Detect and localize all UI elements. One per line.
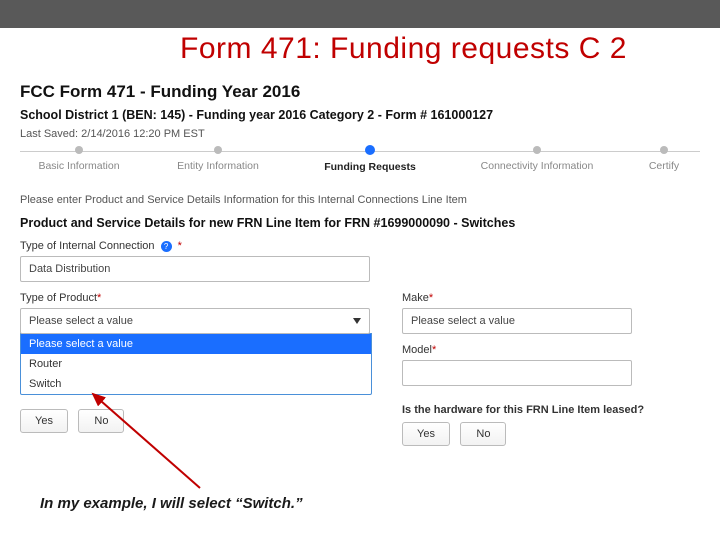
required-asterisk: * <box>97 292 101 304</box>
type-connection-label: Type of Internal Connection ? * <box>20 240 700 252</box>
step-certify[interactable]: Certify <box>634 146 694 172</box>
type-connection-select[interactable]: Data Distribution <box>20 256 370 282</box>
select-value: Data Distribution <box>29 263 110 275</box>
step-label: Entity Information <box>177 160 259 172</box>
dropdown-option-switch[interactable]: Switch <box>21 374 371 394</box>
last-saved: Last Saved: 2/14/2016 12:20 PM EST <box>20 128 700 140</box>
step-basic-information[interactable]: Basic Information <box>24 146 134 172</box>
required-asterisk: * <box>432 344 436 356</box>
model-input[interactable] <box>402 360 632 386</box>
step-connectivity-information[interactable]: Connectivity Information <box>462 146 612 172</box>
step-label: Certify <box>649 160 679 172</box>
step-funding-requests[interactable]: Funding Requests <box>310 146 430 173</box>
step-dot-icon <box>214 146 222 154</box>
top-band <box>0 0 720 28</box>
form-subheading: School District 1 (BEN: 145) - Funding y… <box>20 108 700 122</box>
select-value: Please select a value <box>411 315 515 327</box>
step-dot-icon <box>75 146 83 154</box>
slide-title: Form 471: Funding requests C 2 <box>180 32 627 66</box>
leased-question: Is the hardware for this FRN Line Item l… <box>402 404 700 416</box>
type-product-dropdown-list: Please select a value Router Switch <box>20 333 372 395</box>
help-icon[interactable]: ? <box>161 241 172 252</box>
no-button[interactable]: No <box>78 409 124 433</box>
leased-no-button[interactable]: No <box>460 422 506 446</box>
step-dot-icon <box>533 146 541 154</box>
chevron-down-icon <box>353 318 361 324</box>
required-asterisk: * <box>178 240 182 252</box>
step-label: Funding Requests <box>324 161 416 173</box>
form-heading: FCC Form 471 - Funding Year 2016 <box>20 82 700 102</box>
model-label: Model* <box>402 344 700 356</box>
type-product-label: Type of Product* <box>20 292 372 304</box>
type-product-select[interactable]: Please select a value <box>20 308 370 334</box>
dropdown-option-router[interactable]: Router <box>21 354 371 374</box>
leased-yes-button[interactable]: Yes <box>402 422 450 446</box>
select-value: Please select a value <box>29 315 133 327</box>
step-label: Connectivity Information <box>481 160 594 172</box>
step-entity-information[interactable]: Entity Information <box>158 146 278 172</box>
step-dot-icon <box>365 145 375 155</box>
step-dot-icon <box>660 146 668 154</box>
section-title: Product and Service Details for new FRN … <box>20 216 700 230</box>
yes-button[interactable]: Yes <box>20 409 68 433</box>
make-label: Make* <box>402 292 700 304</box>
progress-steps: Basic Information Entity Information Fun… <box>20 148 700 182</box>
form-screenshot: FCC Form 471 - Funding Year 2016 School … <box>20 82 700 520</box>
make-select[interactable]: Please select a value <box>402 308 632 334</box>
dropdown-option-placeholder[interactable]: Please select a value <box>21 334 371 354</box>
required-asterisk: * <box>429 292 433 304</box>
slide-caption: In my example, I will select “Switch.” <box>40 495 303 512</box>
step-label: Basic Information <box>38 160 119 172</box>
instruction-text: Please enter Product and Service Details… <box>20 194 700 206</box>
